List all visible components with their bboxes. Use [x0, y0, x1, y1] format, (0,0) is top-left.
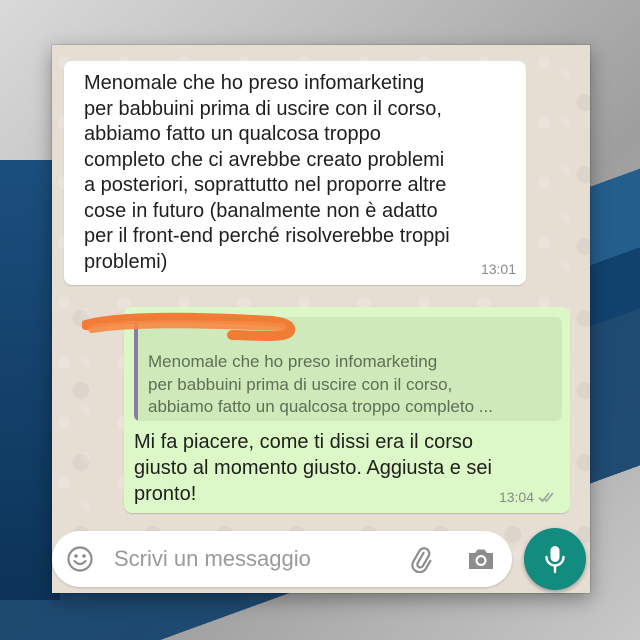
microphone-button[interactable]	[524, 528, 586, 590]
double-check-icon	[538, 491, 558, 503]
incoming-message-time: 13:01	[480, 261, 516, 277]
outgoing-message-text: Mi fa piacere, come ti dissi era il cors…	[134, 431, 492, 505]
outgoing-message-time: 13:04	[498, 489, 534, 505]
background-panel	[0, 160, 60, 600]
incoming-message: Menomale che ho preso infomarketing per …	[64, 61, 526, 285]
quoted-message-text: Menomale che ho preso infomarketing per …	[148, 352, 493, 416]
outgoing-message-meta: 13:04	[499, 489, 558, 505]
message-input[interactable]: Scrivi un messaggio	[114, 546, 311, 572]
redaction-scribble	[82, 312, 296, 341]
emoji-icon[interactable]	[66, 545, 94, 573]
microphone-icon	[545, 546, 565, 574]
incoming-message-text: Menomale che ho preso infomarketing per …	[84, 72, 450, 273]
message-input-bar: Scrivi un messaggio	[52, 531, 512, 587]
camera-icon[interactable]	[466, 545, 496, 573]
paperclip-icon[interactable]	[406, 545, 434, 573]
